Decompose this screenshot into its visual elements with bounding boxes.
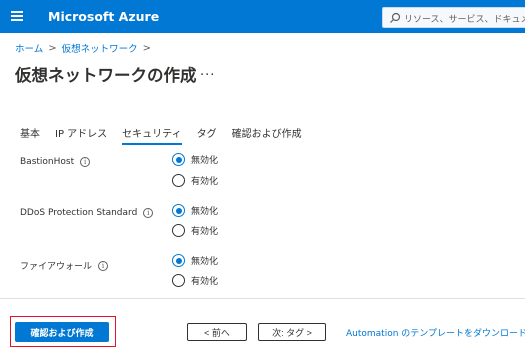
radio-selected-icon xyxy=(172,254,185,267)
radio-label: 無効化 xyxy=(191,257,219,267)
breadcrumb-separator: > xyxy=(142,42,152,54)
radio-label: 無効化 xyxy=(191,156,219,166)
radio-unselected-icon xyxy=(172,174,185,187)
ddos-protection-label-text: DDoS Protection Standard xyxy=(20,208,138,218)
radio-label: 有効化 xyxy=(191,177,219,187)
page-title: 仮想ネットワークの作成 xyxy=(15,66,197,85)
info-icon[interactable]: i xyxy=(80,157,91,167)
ddos-enable-radio[interactable]: 有効化 xyxy=(172,224,218,237)
tab-basics[interactable]: 基本 xyxy=(20,125,40,145)
info-icon[interactable]: i xyxy=(143,208,154,218)
breadcrumb-virtual-network[interactable]: 仮想ネットワーク xyxy=(62,41,138,55)
radio-unselected-icon xyxy=(172,224,185,237)
next-tags-button[interactable]: 次: タグ > xyxy=(258,323,326,341)
firewall-label-text: ファイアウォール xyxy=(20,262,93,272)
search-placeholder: リソース、サービス、ドキュメントの検索 (G+/) xyxy=(404,15,525,25)
firewall-label: ファイアウォール i xyxy=(20,259,109,272)
radio-selected-icon xyxy=(172,153,185,166)
firewall-disable-radio[interactable]: 無効化 xyxy=(172,254,218,267)
firewall-enable-radio[interactable]: 有効化 xyxy=(172,274,218,287)
top-bar: Microsoft Azure リソース、サービス、ドキュメントの検索 (G+/… xyxy=(0,0,525,33)
review-create-button[interactable]: 確認および作成 xyxy=(15,322,109,342)
bastion-enable-radio[interactable]: 有効化 xyxy=(172,174,218,187)
breadcrumb: ホーム > 仮想ネットワーク > xyxy=(15,41,152,56)
app-title[interactable]: Microsoft Azure xyxy=(48,9,159,24)
bastion-disable-radio[interactable]: 無効化 xyxy=(172,153,218,166)
tab-review-create[interactable]: 確認および作成 xyxy=(232,125,302,145)
tab-security[interactable]: セキュリティ xyxy=(122,125,182,145)
breadcrumb-separator: > xyxy=(48,42,57,54)
radio-label: 有効化 xyxy=(191,277,219,287)
breadcrumb-home[interactable]: ホーム xyxy=(15,41,43,55)
footer-divider xyxy=(0,298,525,299)
more-options-button[interactable]: ... xyxy=(200,64,215,79)
previous-button[interactable]: < 前へ xyxy=(187,323,247,341)
radio-label: 有効化 xyxy=(191,227,219,237)
tab-bar: 基本 IP アドレス セキュリティ タグ 確認および作成 xyxy=(20,125,317,145)
bastion-host-label: BastionHost i xyxy=(20,157,91,167)
tab-ip-addresses[interactable]: IP アドレス xyxy=(55,125,107,145)
ddos-disable-radio[interactable]: 無効化 xyxy=(172,204,218,217)
radio-selected-icon xyxy=(172,204,185,217)
search-icon xyxy=(390,12,401,23)
ddos-protection-label: DDoS Protection Standard i xyxy=(20,208,154,218)
automation-template-link[interactable]: Automation のテンプレートをダウンロードする xyxy=(346,326,525,339)
tab-tags[interactable]: タグ xyxy=(197,125,217,145)
info-icon[interactable]: i xyxy=(98,260,109,271)
hamburger-menu-icon[interactable] xyxy=(11,11,23,21)
bastion-host-label-text: BastionHost xyxy=(20,157,75,167)
search-input[interactable]: リソース、サービス、ドキュメントの検索 (G+/) xyxy=(382,7,525,28)
radio-label: 無効化 xyxy=(191,207,219,217)
radio-unselected-icon xyxy=(172,274,185,287)
